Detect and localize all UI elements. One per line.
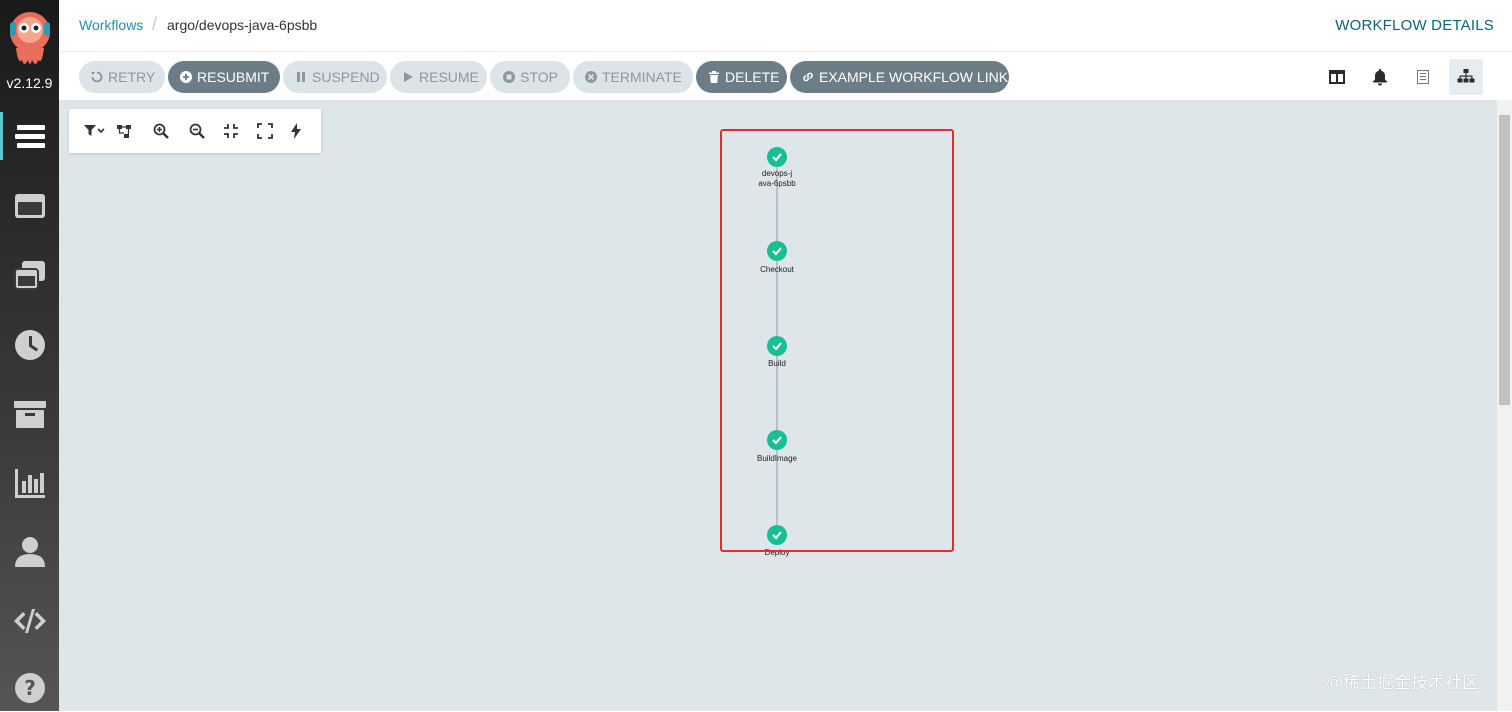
reports-icon — [14, 469, 45, 498]
sidebar: v2.12.9 ? — [0, 0, 59, 711]
user-icon — [14, 537, 45, 567]
annotation-highlight-box — [720, 129, 954, 552]
vertical-scrollbar[interactable] — [1497, 100, 1512, 711]
example-workflow-link-label: EXAMPLE WORKFLOW LINK — [819, 69, 1009, 85]
resubmit-label: RESUBMIT — [197, 69, 270, 85]
terminate-label: TERMINATE — [602, 69, 682, 85]
expand-icon — [257, 123, 273, 139]
archive-icon — [13, 401, 46, 428]
zoom-in-icon — [153, 123, 169, 139]
scrollbar-thumb[interactable] — [1499, 115, 1510, 405]
templates-icon — [14, 194, 45, 218]
sidebar-item-workflows[interactable] — [0, 112, 59, 160]
sidebar-item-cron-workflows[interactable] — [0, 321, 59, 369]
timeline-view-button[interactable] — [1406, 59, 1440, 95]
sidebar-item-cluster-templates[interactable] — [0, 252, 59, 300]
retry-button[interactable]: RETRY — [79, 61, 165, 93]
svg-text:?: ? — [24, 676, 36, 700]
graph-toolbar — [69, 109, 321, 153]
argo-logo[interactable] — [8, 10, 52, 70]
fast-render-button[interactable] — [285, 121, 307, 141]
stop-button[interactable]: STOP — [490, 61, 570, 93]
link-icon — [802, 70, 814, 84]
terminate-button[interactable]: TERMINATE — [573, 61, 693, 93]
resume-button[interactable]: RESUME — [390, 61, 487, 93]
retry-label: RETRY — [108, 69, 156, 85]
cron-icon — [14, 330, 45, 360]
compress-button[interactable] — [220, 121, 242, 141]
list-icon — [1417, 70, 1429, 84]
bolt-icon — [291, 123, 301, 139]
columns-icon — [1329, 70, 1345, 84]
resume-label: RESUME — [419, 69, 479, 85]
stop-circle-icon — [502, 70, 515, 84]
breadcrumb-separator: / — [152, 14, 158, 34]
times-circle-icon — [585, 70, 597, 84]
sidebar-item-api-docs[interactable] — [0, 597, 59, 645]
delete-label: DELETE — [725, 69, 780, 85]
breadcrumb-workflow-name: argo/devops-java-6psbb — [167, 17, 318, 33]
sidebar-item-help[interactable]: ? — [0, 664, 59, 712]
bell-icon — [1373, 69, 1387, 86]
pause-icon — [295, 70, 307, 84]
resubmit-button[interactable]: RESUBMIT — [168, 61, 280, 93]
play-icon — [402, 70, 414, 84]
stop-label: STOP — [520, 69, 558, 85]
action-toolbar: RETRY RESUBMIT SUSPEND RESUME STOP TERMI… — [59, 52, 1512, 100]
filter-icon — [84, 125, 105, 136]
events-button[interactable] — [1363, 59, 1397, 95]
zoom-out-icon — [189, 123, 205, 139]
flow-icon — [117, 125, 131, 138]
compress-icon — [224, 124, 238, 138]
sitemap-icon — [1457, 69, 1475, 83]
graph-view-button[interactable] — [1449, 59, 1483, 95]
sidebar-item-archived-workflows[interactable] — [0, 390, 59, 438]
sidebar-item-reports[interactable] — [0, 459, 59, 507]
version-label: v2.12.9 — [6, 75, 53, 91]
api-docs-icon — [13, 609, 46, 633]
delete-button[interactable]: DELETE — [696, 61, 787, 93]
split-view-button[interactable] — [1320, 59, 1354, 95]
watermark: @稀土掘金技术社区 — [1325, 673, 1479, 692]
cluster-templates-icon — [13, 261, 45, 290]
breadcrumb-workflows[interactable]: Workflows — [79, 17, 143, 33]
workflows-icon — [15, 125, 45, 148]
example-workflow-link-button[interactable]: EXAMPLE WORKFLOW LINK — [790, 61, 1009, 93]
trash-icon — [708, 70, 720, 84]
suspend-label: SUSPEND — [312, 69, 380, 85]
page-title: WORKFLOW DETAILS — [1335, 17, 1494, 34]
zoom-in-button[interactable] — [150, 121, 172, 141]
sidebar-item-user[interactable] — [0, 528, 59, 576]
plus-circle-icon — [180, 70, 192, 84]
zoom-out-button[interactable] — [186, 121, 208, 141]
sidebar-item-templates[interactable] — [0, 182, 59, 230]
expand-button[interactable] — [254, 121, 276, 141]
help-icon: ? — [14, 673, 45, 703]
retry-icon — [91, 70, 103, 84]
layout-toggle-button[interactable] — [113, 121, 135, 141]
suspend-button[interactable]: SUSPEND — [283, 61, 387, 93]
top-bar: Workflows / argo/devops-java-6psbb WORKF… — [59, 0, 1512, 52]
filter-dropdown-button[interactable] — [81, 121, 107, 141]
workflow-graph-canvas[interactable]: devops-j ava-6psbb Checkout Build BuildI… — [59, 100, 1497, 711]
